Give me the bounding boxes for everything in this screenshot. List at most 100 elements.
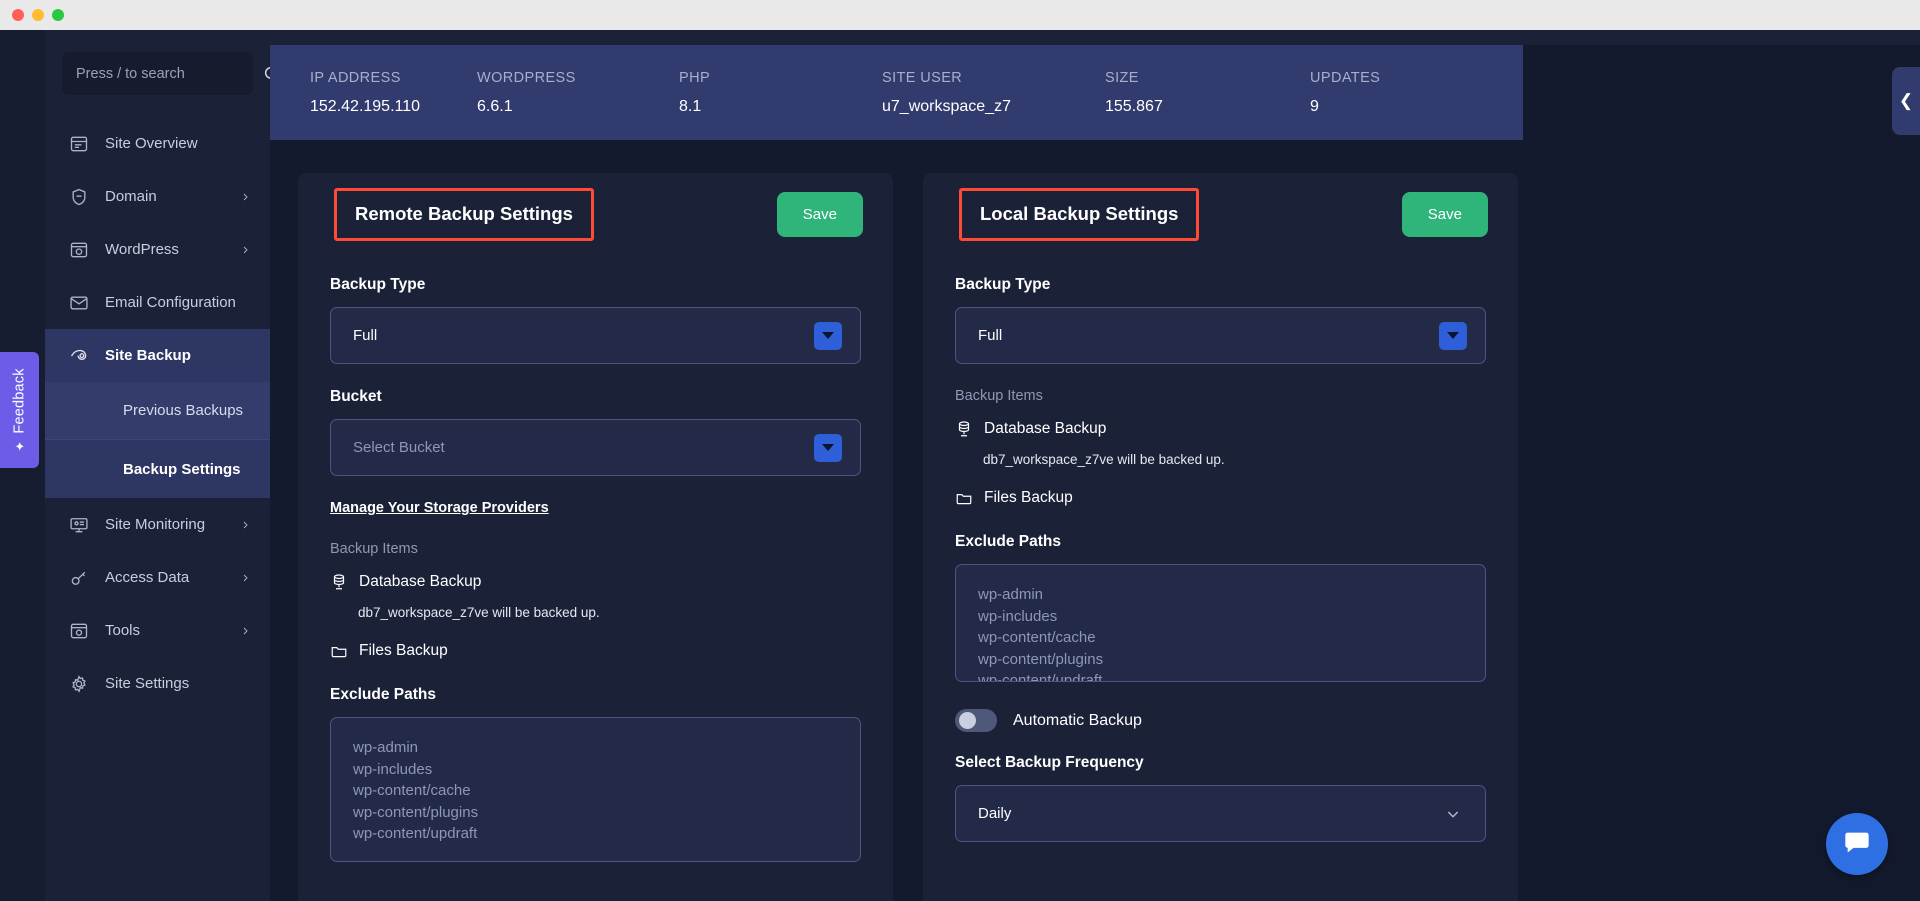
- minimize-window-button[interactable]: [32, 9, 44, 21]
- info-cell-updates: UPDATES 9: [1310, 70, 1380, 116]
- zoom-window-button[interactable]: [52, 9, 64, 21]
- chat-bubble-icon: [1843, 828, 1871, 861]
- sparkle-icon: ✦: [12, 440, 27, 452]
- info-value: 155.867: [1105, 97, 1163, 115]
- sidebar-item-site-overview[interactable]: Site Overview: [45, 117, 270, 170]
- sidebar-item-label: Email Configuration: [105, 294, 236, 311]
- browser-icon: [69, 134, 89, 154]
- local-save-button[interactable]: Save: [1401, 192, 1488, 237]
- info-label: UPDATES: [1310, 69, 1381, 86]
- remote-card-body: Backup Type Full Bucket Select Bucket Ma…: [298, 256, 893, 862]
- info-cell-size: SIZE 155.867: [1105, 70, 1310, 116]
- info-label: SITE USER: [882, 69, 963, 86]
- sidebar-item-wordpress[interactable]: WordPress: [45, 223, 270, 276]
- folder-icon: [330, 642, 348, 660]
- local-backup-items-label: Backup Items: [955, 388, 1043, 404]
- exclude-path-item: wp-content/plugins: [353, 803, 479, 821]
- exclude-path-item: wp-content/updraft: [353, 825, 478, 842]
- remote-bucket-select[interactable]: Select Bucket: [330, 419, 861, 476]
- local-database-backup-label: Database Backup: [984, 420, 1107, 437]
- remote-exclude-paths-textarea[interactable]: wp-admin wp-includes wp-content/cache wp…: [330, 717, 861, 862]
- sidebar-item-label: Domain: [105, 188, 157, 205]
- sidebar-item-previous-backups[interactable]: Previous Backups: [45, 382, 270, 440]
- settings-cards: Remote Backup Settings Save Backup Type …: [298, 173, 1518, 901]
- sidebar-item-site-backup[interactable]: Site Backup: [45, 329, 270, 382]
- main-content: IP ADDRESS 152.42.195.110 WORDPRESS 6.6.…: [270, 30, 1920, 901]
- remote-files-backup-row: Files Backup: [330, 642, 861, 660]
- sidebar-item-email-configuration[interactable]: Email Configuration: [45, 276, 270, 329]
- local-backup-settings-card: Local Backup Settings Save Backup Type F…: [923, 173, 1518, 901]
- automatic-backup-row: Automatic Backup: [955, 709, 1486, 732]
- sidebar-item-label: Site Monitoring: [105, 516, 206, 533]
- chevron-down-icon[interactable]: [1443, 806, 1463, 822]
- tools-icon: [69, 621, 89, 641]
- local-backup-type-label: Backup Type: [955, 276, 1051, 293]
- search-input[interactable]: [76, 65, 263, 82]
- sidebar-item-domain[interactable]: Domain: [45, 170, 270, 223]
- sidebar-item-site-monitoring[interactable]: Site Monitoring: [45, 498, 270, 551]
- sidebar-item-tools[interactable]: Tools: [45, 604, 270, 657]
- key-icon: [69, 568, 89, 588]
- local-files-backup-row: Files Backup: [955, 489, 1486, 507]
- chevron-right-icon: [241, 518, 250, 532]
- exclude-path-item: wp-admin: [353, 739, 419, 756]
- shield-icon: [69, 187, 89, 207]
- info-value: 6.6.1: [477, 97, 513, 115]
- sidebar-item-label: Tools: [105, 622, 141, 639]
- folder-icon: [955, 489, 973, 507]
- sidebar-item-label: Site Settings: [105, 675, 190, 692]
- sidebar-item-label: Access Data: [105, 569, 190, 586]
- left-rail: ✦ Feedback: [0, 30, 45, 901]
- remote-exclude-paths-label: Exclude Paths: [330, 686, 436, 703]
- envelope-icon: [69, 293, 89, 313]
- feedback-label: Feedback: [11, 368, 28, 434]
- sidebar-search-wrap: [45, 30, 280, 95]
- monitor-icon: [69, 515, 89, 535]
- top-strip: [270, 30, 1920, 45]
- sidebar-item-site-settings[interactable]: Site Settings: [45, 657, 270, 710]
- feedback-tab[interactable]: ✦ Feedback: [0, 352, 39, 468]
- collapse-panel-button[interactable]: ❮: [1892, 67, 1920, 135]
- exclude-path-item: wp-content/updraft: [978, 672, 1103, 682]
- chevron-down-icon[interactable]: [814, 321, 842, 350]
- remote-save-button[interactable]: Save: [776, 192, 863, 237]
- remote-backup-type-select[interactable]: Full: [330, 307, 861, 364]
- chevron-right-icon: [241, 190, 250, 204]
- local-card-body: Backup Type Full Backup Items Database B…: [923, 256, 1518, 842]
- local-files-backup-label: Files Backup: [984, 489, 1073, 506]
- close-window-button[interactable]: [12, 9, 24, 21]
- site-info-bar: IP ADDRESS 152.42.195.110 WORDPRESS 6.6.…: [270, 45, 1523, 140]
- info-label: SIZE: [1105, 69, 1139, 86]
- exclude-path-item: wp-includes: [978, 607, 1058, 625]
- chevron-down-icon[interactable]: [814, 433, 842, 462]
- sidebar-item-backup-settings[interactable]: Backup Settings: [45, 440, 270, 498]
- remote-backup-settings-card: Remote Backup Settings Save Backup Type …: [298, 173, 893, 901]
- local-exclude-paths-textarea[interactable]: wp-admin wp-includes wp-content/cache wp…: [955, 564, 1486, 682]
- info-label: IP ADDRESS: [310, 69, 401, 86]
- remote-bucket-label: Bucket: [330, 388, 382, 405]
- backup-frequency-value: Daily: [978, 805, 1012, 822]
- automatic-backup-toggle[interactable]: [955, 709, 997, 732]
- gear-icon: [69, 674, 89, 694]
- sidebar-item-label: Site Overview: [105, 135, 198, 152]
- chevron-down-icon[interactable]: [1439, 321, 1467, 350]
- search-box[interactable]: [62, 52, 280, 95]
- remote-backup-type-label: Backup Type: [330, 276, 426, 293]
- exclude-path-item: wp-content/cache: [353, 782, 471, 799]
- sidebar-subitem-label: Backup Settings: [123, 460, 241, 478]
- chevron-right-icon: [241, 571, 250, 585]
- sidebar-item-access-data[interactable]: Access Data: [45, 551, 270, 604]
- info-cell-wordpress: WORDPRESS 6.6.1: [477, 70, 679, 116]
- manage-storage-providers-link[interactable]: Manage Your Storage Providers: [330, 500, 549, 516]
- local-card-title: Local Backup Settings: [959, 188, 1200, 241]
- remote-backup-type-value: Full: [353, 327, 378, 344]
- local-backup-type-select[interactable]: Full: [955, 307, 1486, 364]
- local-exclude-paths-label: Exclude Paths: [955, 533, 1061, 550]
- chat-support-button[interactable]: [1826, 813, 1888, 875]
- remote-database-backup-row: Database Backup: [330, 573, 861, 591]
- info-label: WORDPRESS: [477, 69, 576, 86]
- backup-frequency-select[interactable]: Daily: [955, 785, 1486, 842]
- database-icon: [330, 573, 348, 591]
- info-label: PHP: [679, 69, 711, 86]
- exclude-path-item: wp-includes: [353, 760, 433, 778]
